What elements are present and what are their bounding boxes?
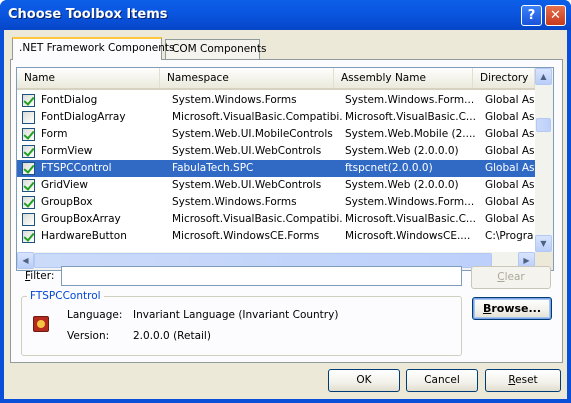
row-assembly: System.Windows.Form... xyxy=(345,196,475,208)
components-list[interactable]: Name Namespace Assembly Name Directory F… xyxy=(16,67,554,271)
column-header-directory[interactable]: Directory xyxy=(473,68,535,88)
component-icon xyxy=(33,316,49,332)
row-directory: Global Ass xyxy=(485,128,535,140)
row-name: FTSPCControl xyxy=(41,162,112,174)
row-assembly: System.Web (2.0.0.0) xyxy=(345,145,459,157)
row-checkbox[interactable] xyxy=(22,179,35,192)
row-name: HardwareButton xyxy=(41,230,127,242)
table-row[interactable]: GridView System.Web.UI.WebControls System.… xyxy=(17,177,535,194)
tab-dotnet-components[interactable]: .NET Framework Components xyxy=(12,37,174,60)
table-row[interactable]: FTSPCControl FabulaTech.SPC ftspcnet(2.0.0… xyxy=(17,160,535,177)
table-row[interactable]: FontDialog System.Windows.Forms System.Win… xyxy=(17,92,535,109)
tab-dotnet-label: .NET Framework Components xyxy=(19,42,175,54)
row-namespace: System.Web.UI.MobileControls xyxy=(172,128,333,140)
row-name: Form xyxy=(41,128,68,140)
clear-text: lear xyxy=(504,271,525,283)
table-row[interactable]: FontDialogArray Microsoft.VisualBasic.Com… xyxy=(17,109,535,126)
details-group xyxy=(21,296,462,356)
cancel-button[interactable]: Cancel xyxy=(406,369,478,392)
filter-label: Filter: xyxy=(25,270,54,282)
row-directory: Global Ass xyxy=(485,196,535,208)
row-name: GridView xyxy=(41,179,88,191)
details-group-title: FTSPCControl xyxy=(27,290,104,302)
row-checkbox[interactable] xyxy=(22,162,35,175)
ok-button[interactable]: OK xyxy=(328,369,400,392)
row-checkbox[interactable] xyxy=(22,196,35,209)
close-button[interactable]: ✕ xyxy=(545,5,566,26)
tab-com-label: COM Components xyxy=(172,43,267,55)
vertical-scrollbar[interactable]: ▲ ▼ xyxy=(535,68,553,252)
row-directory: Global Ass xyxy=(485,145,535,157)
column-header-namespace[interactable]: Namespace xyxy=(160,68,334,88)
row-assembly: System.Windows.Form... xyxy=(345,94,475,106)
row-namespace: System.Web.UI.WebControls xyxy=(172,145,322,157)
row-namespace: FabulaTech.SPC xyxy=(172,162,254,174)
reset-text: eset xyxy=(515,374,538,386)
filter-input[interactable] xyxy=(61,266,462,286)
row-directory: Global Ass xyxy=(485,162,535,174)
version-label: Version: xyxy=(67,330,110,342)
row-checkbox[interactable] xyxy=(22,145,35,158)
table-row[interactable]: HardwareButton Microsoft.WindowsCE.Forms M… xyxy=(17,228,535,245)
clear-accel: C xyxy=(497,271,505,283)
column-header-name[interactable]: Name xyxy=(17,68,160,88)
dialog-client: .NET Framework Components COM Components… xyxy=(4,30,567,399)
row-name: GroupBoxArray xyxy=(41,213,121,225)
row-namespace: System.Windows.Forms xyxy=(172,94,297,106)
row-assembly: Microsoft.VisualBasic.C... xyxy=(345,111,476,123)
row-assembly: ftspcnet(2.0.0.0) xyxy=(345,162,433,174)
table-row[interactable]: GroupBoxArray Microsoft.VisualBasic.Compa… xyxy=(17,211,535,228)
row-namespace: System.Windows.Forms xyxy=(172,196,297,208)
language-value: Invariant Language (Invariant Country) xyxy=(133,309,339,321)
filter-label-text: ilter: xyxy=(30,270,55,282)
tab-com-components[interactable]: COM Components xyxy=(165,39,266,60)
row-checkbox[interactable] xyxy=(22,94,35,107)
browse-text: rowse... xyxy=(491,302,542,315)
row-namespace: System.Web.UI.WebControls xyxy=(172,179,322,191)
row-assembly: System.Web (2.0.0.0) xyxy=(345,179,459,191)
version-value: 2.0.0.0 (Retail) xyxy=(133,330,211,342)
row-assembly: System.Web.Mobile (2.... xyxy=(345,128,476,140)
row-checkbox[interactable] xyxy=(22,128,35,141)
reset-button[interactable]: Reset xyxy=(485,369,561,392)
row-name: FontDialogArray xyxy=(41,111,126,123)
language-label: Language: xyxy=(67,309,123,321)
row-assembly: Microsoft.VisualBasic.C... xyxy=(345,213,476,225)
row-namespace: Microsoft.VisualBasic.Compatibi... xyxy=(172,111,342,123)
row-directory: Global Ass xyxy=(485,179,535,191)
row-directory: Global Ass xyxy=(485,111,535,123)
row-directory: C:\Progra xyxy=(485,230,534,242)
clear-button[interactable]: Clear xyxy=(471,266,551,289)
row-name: FormView xyxy=(41,145,93,157)
row-checkbox[interactable] xyxy=(22,230,35,243)
row-namespace: Microsoft.VisualBasic.Compatibi... xyxy=(172,213,342,225)
row-name: GroupBox xyxy=(41,196,93,208)
row-name: FontDialog xyxy=(41,94,98,106)
dialog-window: Choose Toolbox Items ? ✕ .NET Framework … xyxy=(0,0,571,403)
scroll-down-button[interactable]: ▼ xyxy=(535,235,552,252)
row-checkbox[interactable] xyxy=(22,213,35,226)
list-header: Name Namespace Assembly Name Directory xyxy=(17,68,535,90)
column-header-assembly[interactable]: Assembly Name xyxy=(334,68,473,88)
row-checkbox[interactable] xyxy=(22,111,35,124)
vertical-scroll-thumb[interactable] xyxy=(536,118,551,132)
row-directory: Global Ass xyxy=(485,213,535,225)
table-row[interactable]: GroupBox System.Windows.Forms System.Windo… xyxy=(17,194,535,211)
row-assembly: Microsoft.WindowsCE.... xyxy=(345,230,471,242)
browse-button[interactable]: Browse... xyxy=(472,297,552,320)
row-directory: Global Ass xyxy=(485,94,535,106)
help-button[interactable]: ? xyxy=(521,5,542,26)
title-bar[interactable]: Choose Toolbox Items ? ✕ xyxy=(0,0,571,30)
table-row[interactable]: Form System.Web.UI.MobileControls System.W… xyxy=(17,126,535,143)
row-namespace: Microsoft.WindowsCE.Forms xyxy=(172,230,320,242)
window-title: Choose Toolbox Items xyxy=(8,7,168,22)
table-row[interactable]: FormView System.Web.UI.WebControls System.… xyxy=(17,143,535,160)
scroll-up-button[interactable]: ▲ xyxy=(535,68,552,85)
scroll-left-button[interactable]: ◀ xyxy=(17,252,34,269)
